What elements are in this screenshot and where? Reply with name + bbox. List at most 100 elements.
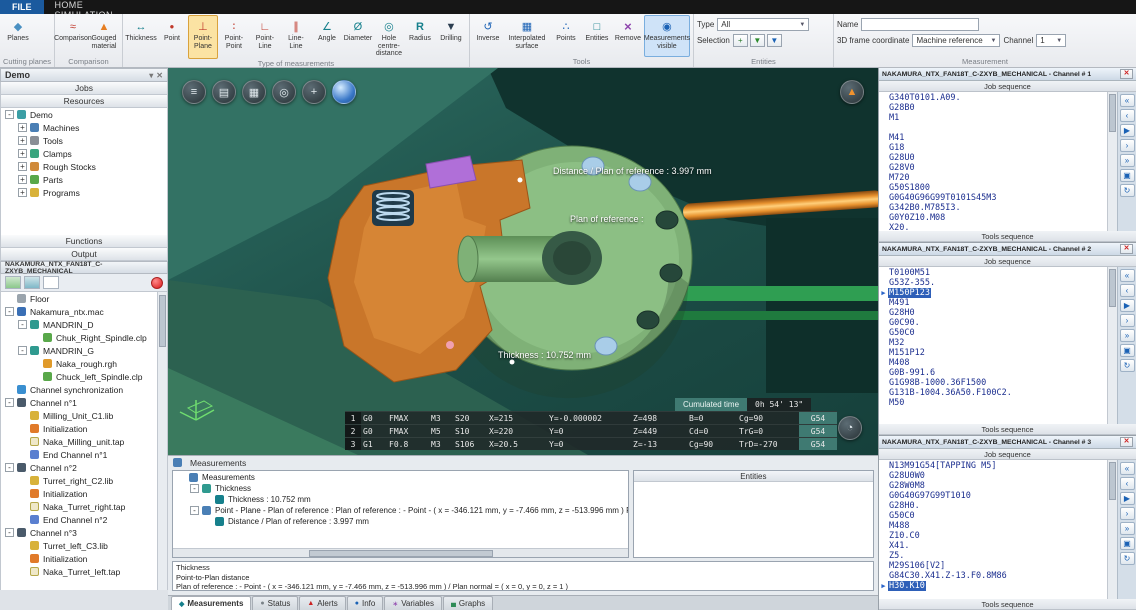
tree-item[interactable]: Naka_Turret_left.tap — [1, 565, 167, 578]
tree-item[interactable]: Chuck_left_Spindle.clp — [1, 370, 167, 383]
gcode-line[interactable]: N13M91G54[TAPPING M5] — [879, 461, 1107, 471]
step-forward-button[interactable]: › — [1120, 507, 1135, 520]
tree-item[interactable]: Turret_right_C2.lib — [1, 474, 167, 487]
tools-sequence-bar[interactable]: Tools sequence — [879, 599, 1136, 610]
gcode-line[interactable]: G50C0 — [879, 511, 1107, 521]
tree-item[interactable]: Initialization — [1, 552, 167, 565]
resources-section-bar[interactable]: Resources — [0, 95, 168, 108]
functions-section-bar[interactable]: Functions — [0, 235, 168, 248]
gcode-line[interactable]: M50 — [879, 398, 1107, 408]
tree-item[interactable]: Floor — [1, 292, 167, 305]
expander-icon[interactable]: + — [18, 136, 27, 145]
close-icon[interactable]: ✕ — [1120, 244, 1133, 254]
inverse-button[interactable]: Inverse — [473, 15, 503, 57]
close-icon[interactable]: ✕ — [1120, 69, 1133, 79]
gouged-material-button[interactable]: Gouged material — [89, 15, 119, 57]
gcode-scrollbar[interactable] — [1107, 460, 1117, 599]
tree-item[interactable]: - MANDRIN_D — [1, 318, 167, 331]
entities-button[interactable]: Entities — [582, 15, 612, 57]
goto-line-button[interactable]: ▣ — [1120, 169, 1135, 182]
tree-item[interactable]: - Channel n°2 — [1, 461, 167, 474]
gcode-line[interactable]: M1 — [879, 113, 1107, 123]
tree-item[interactable]: Chuk_Right_Spindle.clp — [1, 331, 167, 344]
expander-icon[interactable]: - — [18, 346, 27, 355]
tab-graphs[interactable]: ▄ Graphs — [443, 596, 493, 610]
entities-list[interactable] — [634, 482, 873, 557]
interpolated-surface-button[interactable]: Interpolated surface — [504, 15, 550, 57]
play-button[interactable]: ▶ — [1120, 299, 1135, 312]
tree-item[interactable]: - Channel n°1 — [1, 396, 167, 409]
gcode-line[interactable]: M41 — [879, 133, 1107, 143]
expander-icon[interactable]: - — [5, 110, 14, 119]
angle-button[interactable]: Angle — [312, 15, 342, 59]
add-selection-button[interactable]: + — [733, 34, 748, 47]
tree-item[interactable]: Channel synchronization — [1, 383, 167, 396]
expander-icon[interactable]: + — [18, 175, 27, 184]
gcode-line[interactable]: G0B-991.6 — [879, 368, 1107, 378]
tree-item-rough-stocks[interactable]: + Rough Stocks — [1, 160, 167, 173]
tree-item[interactable]: - MANDRIN_G — [1, 344, 167, 357]
gcode-line[interactable]: G0C90. — [879, 318, 1107, 328]
measurement-item[interactable]: Measurements — [173, 472, 628, 483]
gcode-line[interactable]: M150P123 — [879, 288, 1107, 298]
step-forward-button[interactable]: › — [1120, 314, 1135, 327]
gcode-line[interactable]: G0G40G97G99T1010 — [879, 491, 1107, 501]
gcode-scrollbar[interactable] — [1107, 267, 1117, 424]
tree-item[interactable]: Naka_rough.rgh — [1, 357, 167, 370]
stock-display-icon[interactable] — [24, 276, 40, 289]
gcode-line[interactable]: G0Y0Z10.M08 — [879, 213, 1107, 223]
diameter-button[interactable]: Diameter — [343, 15, 373, 59]
goto-line-button[interactable]: ▣ — [1120, 344, 1135, 357]
channel-select[interactable]: 1▼ — [1036, 34, 1066, 47]
tree-item[interactable]: Milling_Unit_C1.lib — [1, 409, 167, 422]
viewport-alert-icon[interactable]: ▲ — [840, 80, 864, 104]
tools-sequence-bar[interactable]: Tools sequence — [879, 424, 1136, 435]
expander-icon[interactable]: - — [5, 528, 14, 537]
point-point-button[interactable]: Point-Point — [219, 15, 249, 59]
play-button[interactable]: ▶ — [1120, 492, 1135, 505]
gcode-line[interactable]: X20. — [879, 223, 1107, 231]
filter-selection-button[interactable]: ▼ — [767, 34, 782, 47]
fast-forward-button[interactable]: » — [1120, 522, 1135, 535]
gcode-line[interactable]: G50S1800 — [879, 183, 1107, 193]
viewport-3d-ball-icon[interactable] — [332, 80, 356, 104]
reset-button[interactable]: ↻ — [1120, 184, 1135, 197]
measurement-item[interactable]: Distance / Plan of reference : 3.997 mm — [173, 516, 628, 527]
gcode-line[interactable]: H30.K10 — [879, 581, 1107, 591]
tab-info[interactable]: ● Info — [347, 596, 384, 610]
tree-item[interactable]: Turret_left_C3.lib — [1, 539, 167, 552]
line-line-button[interactable]: Line-Line — [281, 15, 311, 59]
measurements-hscrollbar[interactable] — [173, 548, 628, 557]
expander-icon[interactable]: + — [18, 149, 27, 158]
filter-entities-button[interactable]: ▼ — [750, 34, 765, 47]
fast-forward-button[interactable]: » — [1120, 329, 1135, 342]
comparison-button[interactable]: Comparison — [58, 15, 88, 57]
viewport-display-icon[interactable]: ▦ — [242, 80, 266, 104]
expander-icon[interactable]: - — [18, 320, 27, 329]
gcode-line[interactable]: G28H0. — [879, 501, 1107, 511]
job-sequence-bar[interactable]: Job sequence — [879, 449, 1136, 460]
tree-item[interactable]: End Channel n°1 — [1, 448, 167, 461]
gcode-line[interactable]: G28U0 — [879, 153, 1107, 163]
part-display-icon[interactable] — [5, 276, 21, 289]
record-icon[interactable] — [151, 277, 163, 289]
gcode-line[interactable]: M488 — [879, 521, 1107, 531]
expander-icon[interactable]: - — [190, 484, 199, 493]
gcode-line[interactable]: G28V0 — [879, 163, 1107, 173]
gcode-line[interactable]: Z10.C0 — [879, 531, 1107, 541]
expander-icon[interactable]: - — [5, 398, 14, 407]
gcode-line[interactable]: X41. — [879, 541, 1107, 551]
tree-item-clamps[interactable]: + Clamps — [1, 147, 167, 160]
gcode-line[interactable]: M29S106[V2] — [879, 561, 1107, 571]
tree-item-tools[interactable]: + Tools — [1, 134, 167, 147]
planes-button[interactable]: Planes — [3, 15, 33, 57]
expander-icon[interactable]: + — [18, 188, 27, 197]
tab-variables[interactable]: ∗ Variables — [384, 596, 442, 610]
tools-sequence-bar[interactable]: Tools sequence — [879, 231, 1136, 242]
drilling-button[interactable]: Drilling — [436, 15, 466, 59]
comment-icon[interactable] — [43, 276, 59, 289]
close-icon[interactable]: ✕ — [1120, 437, 1133, 447]
expander-icon[interactable]: + — [18, 123, 27, 132]
tree-item[interactable]: Naka_Milling_unit.tap — [1, 435, 167, 448]
entity-type-select[interactable]: All▼ — [717, 18, 809, 31]
